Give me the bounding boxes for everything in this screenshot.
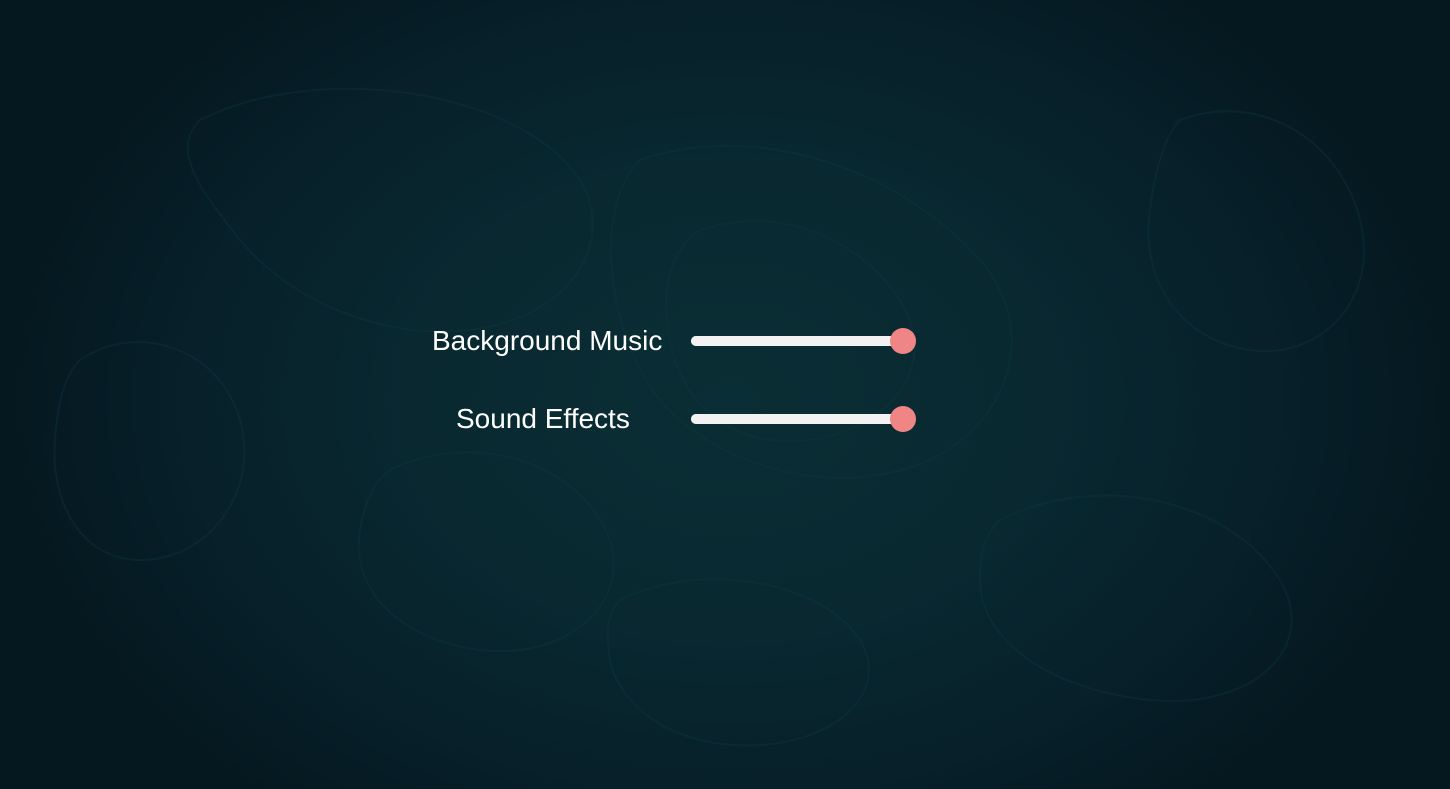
music-volume-slider[interactable] xyxy=(691,321,916,361)
effects-slider-fill xyxy=(691,414,903,424)
music-slider-thumb[interactable] xyxy=(890,328,916,354)
effects-slider-track[interactable] xyxy=(691,414,903,424)
topographic-pattern xyxy=(53,87,1365,747)
effects-volume-slider[interactable] xyxy=(691,399,916,439)
background-topographic xyxy=(0,0,1450,789)
music-label: Background Music xyxy=(432,325,663,356)
effects-label: Sound Effects xyxy=(456,403,630,434)
effects-slider-thumb[interactable] xyxy=(890,406,916,432)
effects-setting-row: Sound Effects xyxy=(420,399,940,439)
music-setting-row: Background Music xyxy=(420,321,940,361)
music-slider-track[interactable] xyxy=(691,336,903,346)
music-slider-fill xyxy=(691,336,903,346)
